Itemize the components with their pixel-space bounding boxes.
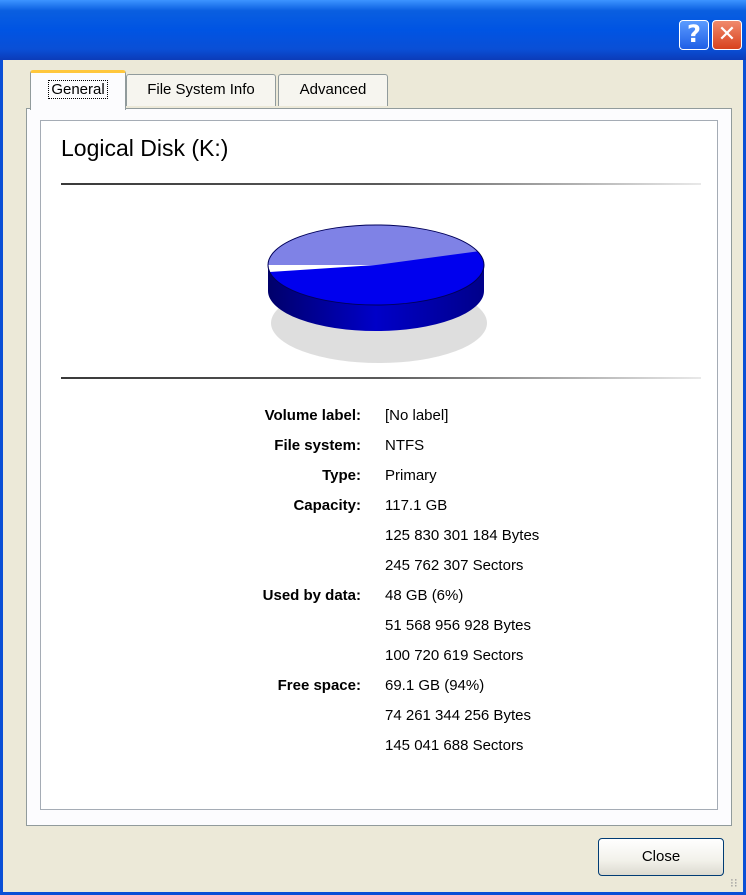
type-label: Type: <box>322 467 361 484</box>
used-by-data-label: Used by data: <box>262 587 361 604</box>
disk-usage-pie-chart <box>267 224 487 363</box>
used-value-gb: 48 GB (6%) <box>385 587 464 604</box>
close-window-button[interactable]: ✕ <box>712 20 742 50</box>
tab-general[interactable]: General <box>30 70 126 110</box>
capacity-label: Capacity: <box>293 497 361 514</box>
divider-top <box>61 183 701 185</box>
type-value: Primary <box>385 467 437 484</box>
volume-label-label: Volume label: <box>264 407 361 424</box>
capacity-value-bytes: 125 830 301 184 Bytes <box>385 527 540 544</box>
window-frame-left <box>0 60 3 895</box>
file-system-label: File system: <box>274 437 361 454</box>
disk-properties-dialog: ? ✕ General File System Info Advanced Lo… <box>0 0 746 895</box>
close-button[interactable]: Close <box>598 838 724 876</box>
general-content: Logical Disk (K:) Volume label: [No labe… <box>40 120 718 810</box>
used-value-sectors: 100 720 619 Sectors <box>385 647 524 664</box>
tab-general-label: General <box>48 80 108 99</box>
capacity-value-sectors: 245 762 307 Sectors <box>385 557 524 574</box>
resize-grip[interactable]: ⁝⁝ <box>730 876 738 890</box>
free-value-bytes: 74 261 344 256 Bytes <box>385 707 531 724</box>
used-value-bytes: 51 568 956 928 Bytes <box>385 617 531 634</box>
tab-advanced[interactable]: Advanced <box>278 74 388 106</box>
divider-middle <box>61 377 701 379</box>
file-system-value: NTFS <box>385 437 425 454</box>
free-value-sectors: 145 041 688 Sectors <box>385 737 524 754</box>
tab-file-system-info[interactable]: File System Info <box>126 74 276 106</box>
volume-label-value: [No label] <box>385 407 449 424</box>
capacity-value-gb: 117.1 GB <box>385 497 448 514</box>
disk-title: Logical Disk (K:) <box>61 135 229 161</box>
title-bar[interactable]: ? ✕ <box>0 0 746 60</box>
help-button[interactable]: ? <box>679 20 709 50</box>
free-space-label: Free space: <box>277 677 361 694</box>
free-value-gb: 69.1 GB (94%) <box>385 677 485 694</box>
